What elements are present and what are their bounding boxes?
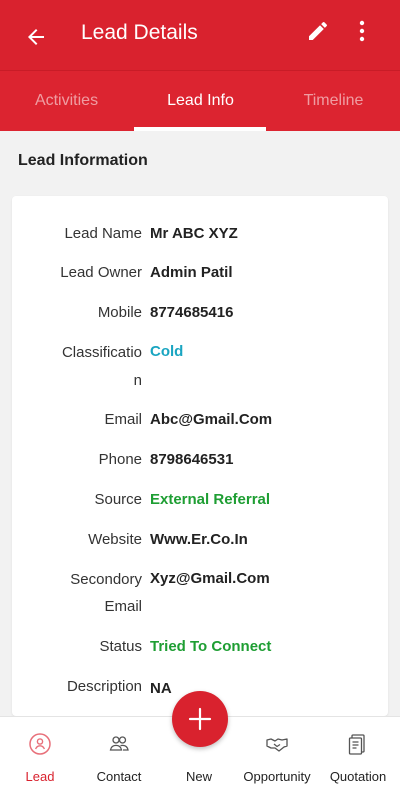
section-title: Lead Information <box>18 152 148 169</box>
field-value: Mr ABC XYZ <box>150 225 238 242</box>
tab-lead-info[interactable]: Lead Info <box>134 71 267 131</box>
field-value: Admin Patil <box>150 264 233 281</box>
field-value: Www.Er.Co.In <box>150 531 248 548</box>
field-value: 8798646531 <box>150 451 234 468</box>
contact-icon <box>109 736 129 751</box>
field-label: Phone <box>98 451 142 468</box>
field-label: Source <box>94 491 142 508</box>
nav-item-quotation[interactable]: Quotation <box>318 717 398 800</box>
back-arrow-icon[interactable] <box>24 25 48 49</box>
tab-activities[interactable]: Activities <box>0 71 133 131</box>
handshake-icon <box>266 738 288 752</box>
app-bar: Lead Details <box>0 0 400 70</box>
field-label: Classificatio <box>61 344 142 361</box>
nav-label: Quotation <box>329 769 387 784</box>
field-label: Status <box>99 638 142 655</box>
field-value: Xyz@Gmail.Com <box>150 570 270 587</box>
tab-timeline[interactable]: Timeline <box>267 71 400 131</box>
field-value: 8774685416 <box>150 304 234 321</box>
field-label: Email <box>104 411 142 428</box>
field-label: Lead Owner <box>60 264 142 281</box>
field-label-continued: n <box>133 372 142 389</box>
field-value-status: Tried To Connect <box>150 638 272 655</box>
more-vertical-icon[interactable] <box>352 18 372 44</box>
new-fab-button[interactable] <box>172 691 228 747</box>
nav-label: Contact <box>96 769 142 784</box>
field-label: Mobile <box>97 304 142 321</box>
document-icon <box>348 734 365 755</box>
nav-label: Opportunity <box>243 769 311 784</box>
lead-icon <box>29 733 51 755</box>
tab-bar: Activities Lead Info Timeline <box>0 71 400 131</box>
field-value: Abc@Gmail.Com <box>150 411 273 428</box>
field-label: Description <box>66 678 142 695</box>
nav-label: New <box>185 769 212 784</box>
field-label: Website <box>88 531 142 548</box>
field-label-continued: Email <box>104 598 142 615</box>
nav-item-lead[interactable]: Lead <box>0 717 80 800</box>
plus-icon <box>188 707 212 731</box>
nav-item-contact[interactable]: Contact <box>79 717 159 800</box>
page-title: Lead Details <box>81 21 198 44</box>
field-label: Lead Name <box>64 225 142 242</box>
active-tab-indicator <box>134 127 266 131</box>
field-value-source: External Referral <box>150 491 271 508</box>
nav-item-opportunity[interactable]: Opportunity <box>237 717 317 800</box>
lead-info-card: Lead Name Mr ABC XYZ Lead Owner Admin Pa… <box>12 196 388 716</box>
field-value-classification: Cold <box>150 343 184 360</box>
nav-label: Lead <box>25 769 55 784</box>
edit-pencil-icon[interactable] <box>306 19 330 43</box>
field-label: Secondory <box>70 571 142 588</box>
